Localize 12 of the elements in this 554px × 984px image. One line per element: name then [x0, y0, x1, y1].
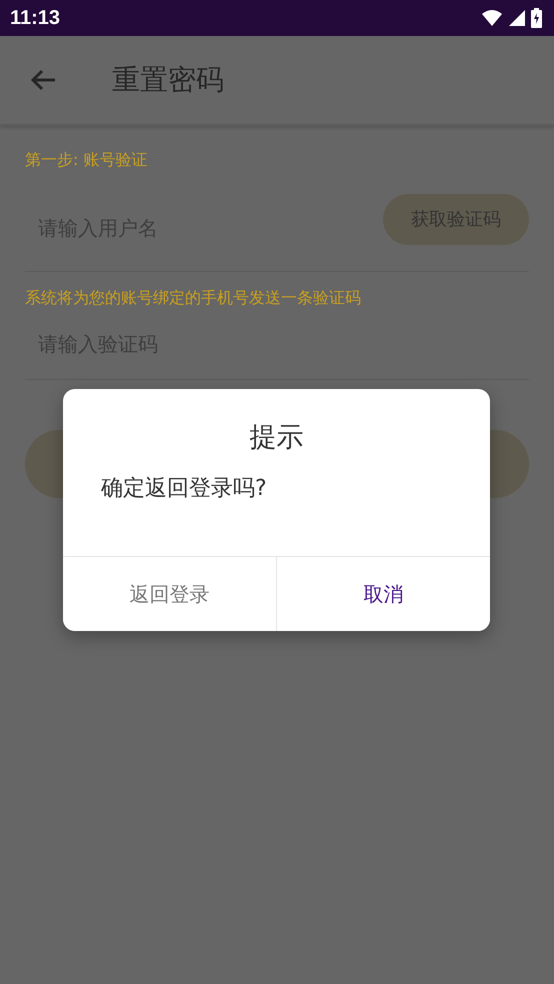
wifi-icon: [481, 9, 503, 27]
signal-icon: [509, 10, 525, 26]
dialog-message: 确定返回登录吗?: [101, 475, 268, 503]
dialog-button[interactable]: 返回登录: [63, 557, 276, 631]
page-title: 重置密码: [112, 62, 224, 98]
step-label: 第一步: 账号验证: [25, 150, 148, 171]
battery-icon: [531, 8, 542, 28]
status-time: 11:13: [10, 6, 60, 30]
back-arrow-icon[interactable]: [30, 69, 56, 91]
dialog-title: 提示: [248, 421, 304, 455]
hint-text: 系统将为您的账号绑定的手机号发送一条验证码: [25, 288, 362, 309]
dialog-button[interactable]: 取消: [276, 557, 490, 631]
